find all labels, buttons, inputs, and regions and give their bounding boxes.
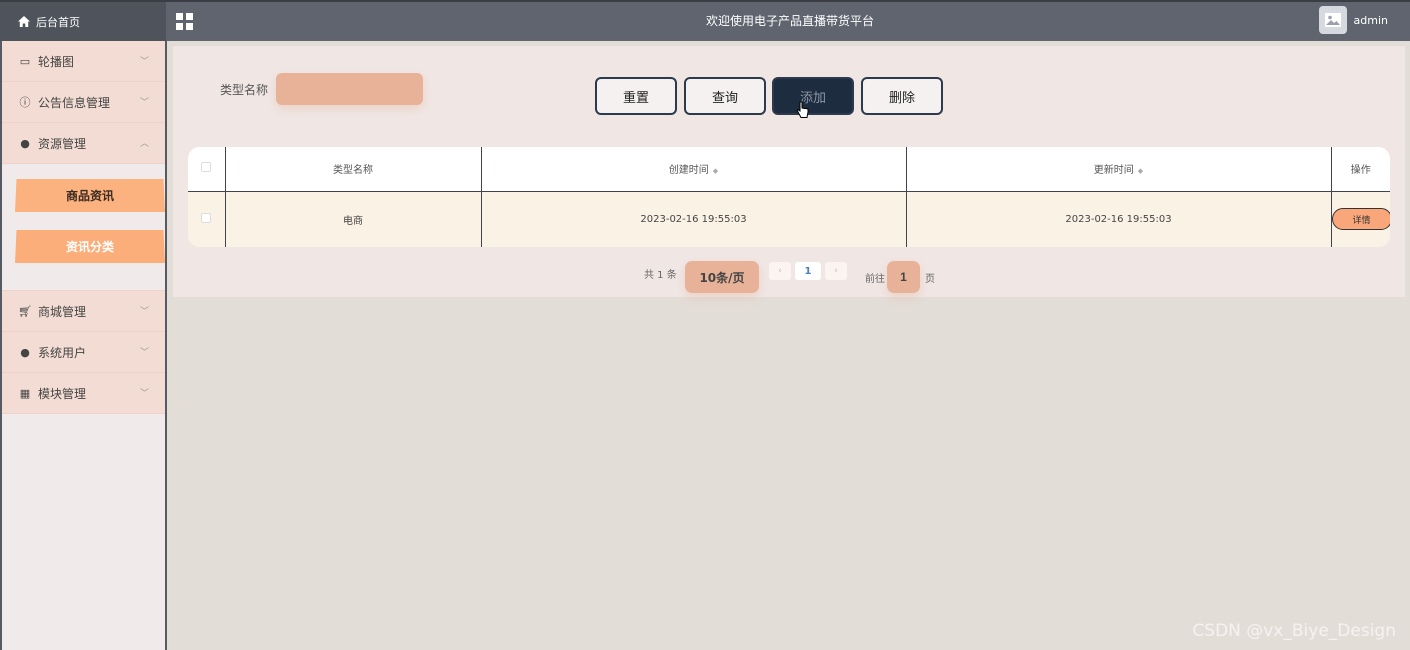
sidebar-item-label: 公告信息管理 (38, 95, 111, 110)
watermark: CSDN @vx_Biye_Design (1192, 621, 1396, 641)
sidebar-item-announcements[interactable]: ⓘ 公告信息管理 ﹀ (2, 82, 165, 123)
column-header-type-name: 类型名称 (225, 147, 482, 192)
user-icon: ● (20, 345, 30, 359)
detail-button[interactable]: 详情 (1331, 208, 1390, 231)
sidebar-item-shop[interactable]: 🛒︎ 商城管理 ﹀ (2, 291, 165, 332)
table-row: 电商 2023-02-16 19:55:03 2023-02-16 19:55:… (188, 191, 1390, 247)
next-page-button[interactable]: › (825, 262, 847, 280)
sidebar-item-carousel[interactable]: ▭ 轮播图 ﹀ (2, 41, 165, 82)
home-tab[interactable]: 后台首页 (0, 2, 166, 41)
goto-label: 前往 (865, 274, 885, 285)
submenu-item-news-category[interactable]: 资讯分类 (15, 230, 165, 263)
username: admin (1353, 13, 1388, 27)
sidebar-item-label: 资源管理 (38, 136, 87, 151)
sidebar-item-system-users[interactable]: ● 系统用户 ﹀ (2, 332, 165, 373)
page-number[interactable]: 1 (795, 262, 821, 280)
submenu-item-product-news[interactable]: 商品资讯 (15, 179, 165, 212)
cell-updated: 2023-02-16 19:55:03 (906, 191, 1332, 247)
sort-icon[interactable]: ◆ (1138, 167, 1143, 175)
location-pin-icon: ● (20, 136, 30, 150)
pagination: 共 1 条 10条/页 ‹ 1 › 前往 页 (173, 260, 1405, 294)
chevron-up-icon: ︿ (139, 139, 149, 149)
sidebar-item-resources[interactable]: ● 资源管理 ︿ (2, 123, 165, 164)
select-all-cell[interactable] (188, 147, 226, 192)
top-bar: 后台首页 欢迎使用电子产品直播带货平台 admin (0, 0, 1410, 41)
cell-actions: 详情 (1331, 191, 1390, 247)
main-panel: 类型名称 重置 查询 添加 删除 类型名称 创建时间 ◆ 更新时间 ◆ 操作 电… (173, 46, 1405, 297)
type-name-input[interactable] (276, 73, 423, 105)
sidebar-item-label: 模块管理 (38, 386, 87, 401)
data-table: 类型名称 创建时间 ◆ 更新时间 ◆ 操作 电商 2023-02-16 19:55:… (188, 147, 1390, 247)
resources-submenu: 商品资讯 资讯分类 (2, 164, 165, 291)
goto-page-input[interactable] (887, 261, 920, 293)
filter-label: 类型名称 (220, 83, 269, 97)
chevron-down-icon: ﹀ (139, 98, 149, 108)
column-header-created[interactable]: 创建时间 ◆ (481, 147, 907, 192)
prev-page-button[interactable]: ‹ (769, 262, 791, 280)
chevron-down-icon: ﹀ (139, 57, 149, 67)
image-icon: ▭ (19, 54, 31, 68)
chevron-down-icon: ﹀ (139, 307, 149, 317)
mouse-pointer-icon (797, 101, 809, 118)
column-header-actions: 操作 (1331, 147, 1390, 192)
sidebar-item-label: 商城管理 (38, 304, 87, 319)
info-circle-icon: ⓘ (19, 96, 31, 109)
total-count: 共 1 条 (644, 270, 677, 281)
avatar[interactable] (1318, 6, 1347, 34)
query-button[interactable]: 查询 (684, 77, 766, 115)
column-header-updated[interactable]: 更新时间 ◆ (906, 147, 1332, 192)
sidebar-item-label: 系统用户 (38, 345, 87, 360)
chevron-down-icon: ﹀ (139, 348, 149, 358)
sidebar-item-modules[interactable]: ▦ 模块管理 ﹀ (2, 373, 165, 414)
row-checkbox[interactable] (201, 212, 212, 223)
cell-created: 2023-02-16 19:55:03 (481, 191, 907, 247)
column-label: 创建时间 (668, 165, 709, 177)
menu-toggle-icon[interactable] (176, 13, 193, 30)
site-title: 欢迎使用电子产品直播带货平台 (705, 14, 874, 28)
add-button[interactable]: 添加 (772, 77, 854, 115)
chevron-down-icon: ﹀ (139, 389, 149, 399)
reset-button[interactable]: 重置 (595, 77, 677, 115)
delete-button[interactable]: 删除 (861, 77, 943, 115)
row-select-cell[interactable] (188, 191, 226, 247)
column-label: 更新时间 (1093, 165, 1134, 177)
column-label: 类型名称 (333, 165, 373, 177)
page-size-select[interactable]: 10条/页 (685, 261, 759, 293)
user-menu[interactable]: admin (1318, 6, 1388, 34)
column-label: 操作 (1350, 165, 1371, 177)
sidebar: ▭ 轮播图 ﹀ ⓘ 公告信息管理 ﹀ ● 资源管理 ︿ 商品资讯 资讯分类 🛒︎… (0, 41, 167, 650)
image-placeholder-icon (1324, 13, 1341, 27)
table-header-row: 类型名称 创建时间 ◆ 更新时间 ◆ 操作 (188, 147, 1390, 192)
grid-icon: ▦ (19, 386, 31, 400)
home-icon (18, 16, 30, 27)
cell-type-name: 电商 (225, 191, 482, 247)
sort-icon[interactable]: ◆ (713, 167, 718, 175)
page-suffix: 页 (925, 274, 935, 285)
select-all-checkbox[interactable] (201, 162, 212, 173)
home-tab-label: 后台首页 (36, 15, 80, 29)
cart-icon: 🛒︎ (18, 304, 32, 318)
sidebar-item-label: 轮播图 (38, 54, 75, 69)
